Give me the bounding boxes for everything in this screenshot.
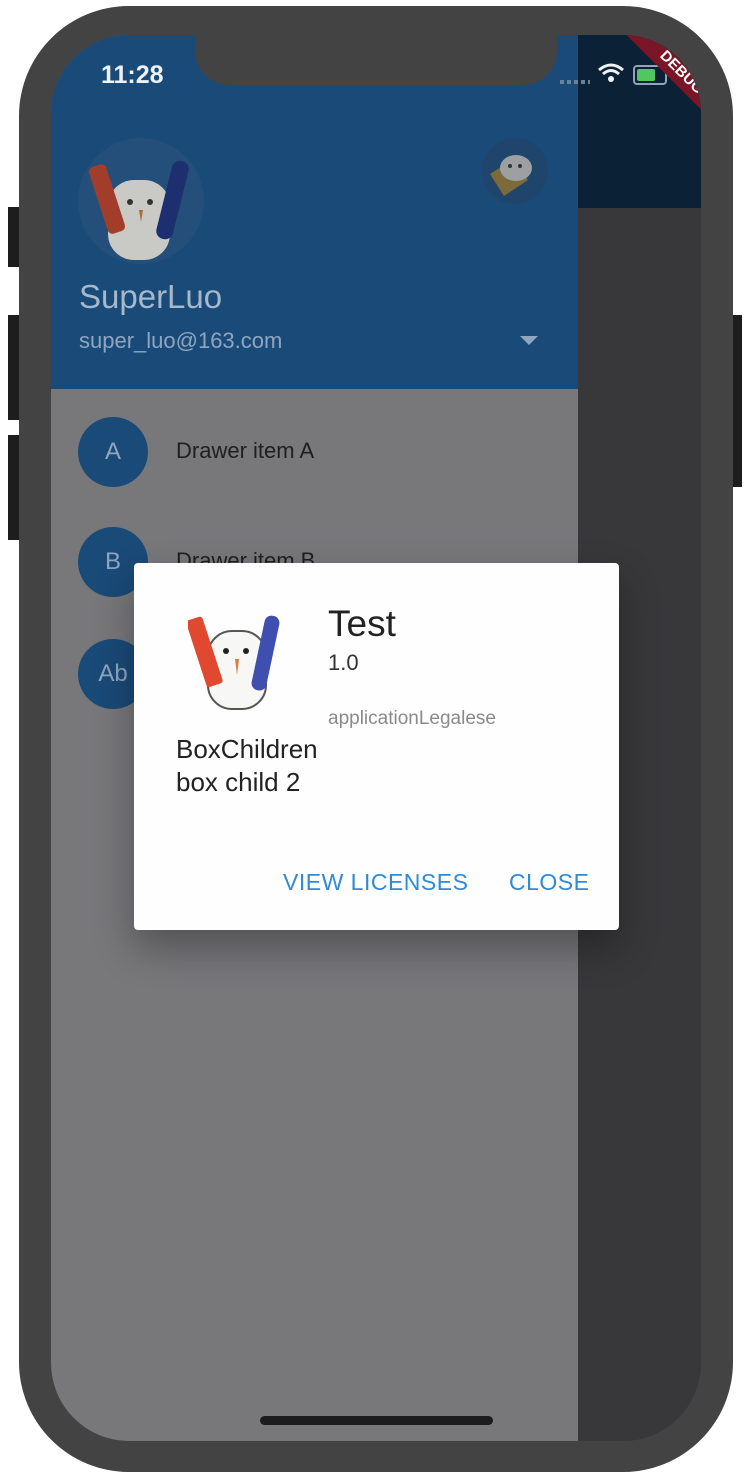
account-dropdown-arrow-icon[interactable] (520, 336, 538, 345)
dialog-box-children: BoxChildren box child 2 (176, 733, 318, 799)
wifi-icon (598, 63, 624, 82)
dialog-app-name: Test (328, 603, 396, 644)
view-licenses-button[interactable]: VIEW LICENSES (283, 869, 468, 896)
panda-avatar-icon (88, 160, 189, 260)
dialog-app-version: 1.0 (328, 650, 359, 675)
volume-up-button (8, 315, 19, 420)
app-logo-icon (188, 615, 280, 710)
account-name: SuperLuo (79, 278, 223, 315)
power-button (733, 315, 742, 487)
volume-down-button (8, 435, 19, 540)
status-time: 11:28 (101, 61, 164, 89)
signal-icon (560, 80, 590, 84)
drawer-item-a-avatar: A (78, 417, 148, 487)
account-email: super_luo@163.com (79, 328, 283, 353)
dialog-legalese: applicationLegalese (328, 708, 496, 729)
panda-small-avatar-icon (490, 155, 532, 196)
mute-switch (8, 207, 19, 267)
drawer-item-a-label: Drawer item A (176, 438, 315, 463)
home-indicator[interactable] (260, 1416, 493, 1425)
box-child-2: box child 2 (176, 767, 301, 797)
about-dialog: Test 1.0 applicationLegalese BoxChildren… (134, 563, 619, 930)
other-account-avatar[interactable] (482, 138, 548, 204)
drawer-item-a[interactable]: A Drawer item A (51, 404, 578, 500)
close-button[interactable]: CLOSE (509, 869, 589, 896)
account-avatar[interactable] (78, 138, 204, 264)
notch (195, 35, 557, 85)
box-child-1: BoxChildren (176, 734, 318, 764)
